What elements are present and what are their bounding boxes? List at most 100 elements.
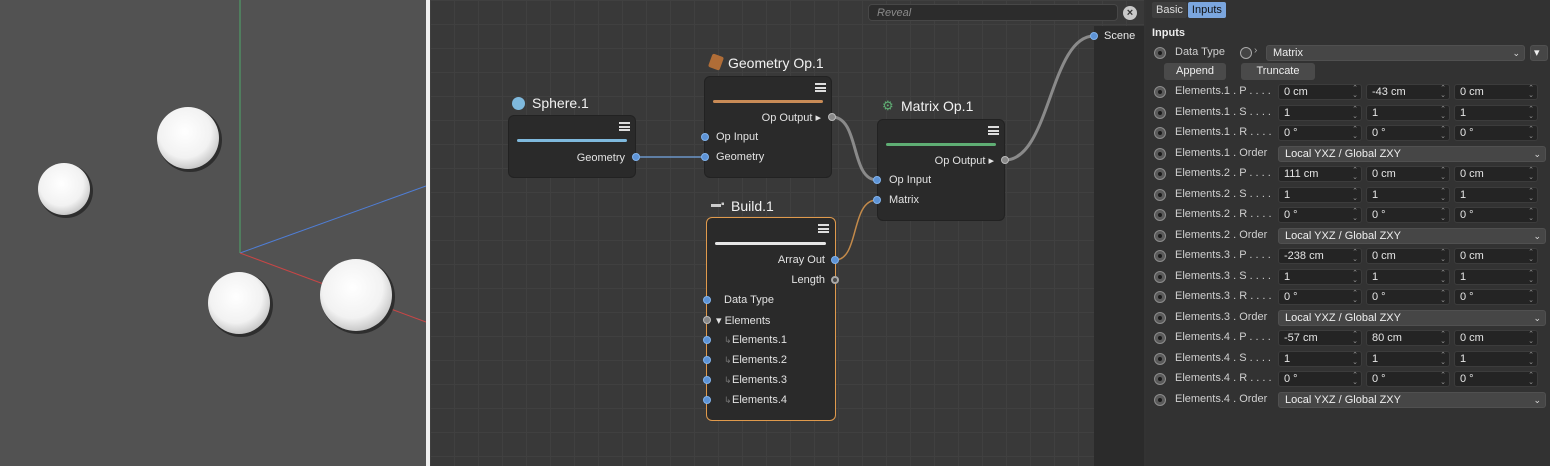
keyframe-radio-icon[interactable] — [1154, 250, 1166, 262]
port-elements[interactable] — [703, 316, 711, 324]
stepper-icon[interactable]: ⌃ ⌄ — [1440, 331, 1446, 345]
x-field[interactable]: 1 ⌃ ⌄ — [1278, 351, 1362, 367]
stepper-icon[interactable]: ⌃ ⌄ — [1440, 106, 1446, 120]
x-field[interactable]: 1 ⌃ ⌄ — [1278, 105, 1362, 121]
order-select[interactable]: Local YXZ / Global ZXY ⌄ — [1278, 392, 1546, 408]
keyframe-radio-icon[interactable] — [1154, 291, 1166, 303]
port-op-input[interactable] — [873, 176, 881, 184]
port-op-output[interactable] — [828, 113, 836, 121]
stepper-icon[interactable]: ⌃ ⌄ — [1440, 188, 1446, 202]
port-matrix-in[interactable] — [873, 196, 881, 204]
y-field[interactable]: 0 cm ⌃ ⌄ — [1366, 166, 1450, 182]
port-array-out[interactable] — [831, 256, 839, 264]
node-build[interactable]: Array Out Length Data Type ▾ Elements ↳ … — [706, 217, 836, 421]
y-field[interactable]: 0 ° ⌃ ⌄ — [1366, 289, 1450, 305]
keyframe-radio-icon[interactable] — [1154, 230, 1166, 242]
stepper-icon[interactable]: ⌃ ⌄ — [1440, 270, 1446, 284]
z-field[interactable]: 0 cm ⌃ ⌄ — [1454, 330, 1538, 346]
tab-inputs[interactable]: Inputs — [1187, 2, 1226, 18]
stepper-icon[interactable]: ⌃ ⌄ — [1352, 352, 1358, 366]
node-sphere[interactable]: Geometry — [508, 115, 636, 178]
stepper-icon[interactable]: ⌃ ⌄ — [1528, 126, 1534, 140]
y-field[interactable]: -43 cm ⌃ ⌄ — [1366, 84, 1450, 100]
stepper-icon[interactable]: ⌃ ⌄ — [1352, 85, 1358, 99]
stepper-icon[interactable]: ⌃ ⌄ — [1440, 167, 1446, 181]
stepper-icon[interactable]: ⌃ ⌄ — [1528, 85, 1534, 99]
port-op-input[interactable] — [701, 133, 709, 141]
port-length[interactable] — [831, 276, 839, 284]
stepper-icon[interactable]: ⌃ ⌄ — [1528, 331, 1534, 345]
node-menu-icon[interactable] — [619, 122, 630, 131]
stepper-icon[interactable]: ⌃ ⌄ — [1528, 249, 1534, 263]
keyframe-radio-icon[interactable] — [1154, 107, 1166, 119]
stepper-icon[interactable]: ⌃ ⌄ — [1440, 126, 1446, 140]
y-field[interactable]: 0 cm ⌃ ⌄ — [1366, 248, 1450, 264]
stepper-icon[interactable]: ⌃ ⌄ — [1528, 290, 1534, 304]
z-field[interactable]: 1 ⌃ ⌄ — [1454, 351, 1538, 367]
z-field[interactable]: 0 cm ⌃ ⌄ — [1454, 166, 1538, 182]
clear-search-icon[interactable]: × — [1123, 6, 1137, 20]
port-geometry-in[interactable] — [701, 153, 709, 161]
stepper-icon[interactable]: ⌃ ⌄ — [1352, 106, 1358, 120]
stepper-icon[interactable]: ⌃ ⌄ — [1352, 290, 1358, 304]
port-geometry-out[interactable] — [632, 153, 640, 161]
x-field[interactable]: 0 ° ⌃ ⌄ — [1278, 125, 1362, 141]
x-field[interactable]: 1 ⌃ ⌄ — [1278, 269, 1362, 285]
stepper-icon[interactable]: ⌃ ⌄ — [1440, 290, 1446, 304]
stepper-icon[interactable]: ⌃ ⌄ — [1528, 372, 1534, 386]
z-field[interactable]: 1 ⌃ ⌄ — [1454, 269, 1538, 285]
keyframe-radio-icon[interactable] — [1154, 209, 1166, 221]
x-field[interactable]: 0 ° ⌃ ⌄ — [1278, 371, 1362, 387]
stepper-icon[interactable]: ⌃ ⌄ — [1352, 372, 1358, 386]
port-elements-2[interactable] — [703, 356, 711, 364]
stepper-icon[interactable]: ⌃ ⌄ — [1528, 167, 1534, 181]
z-field[interactable]: 0 ° ⌃ ⌄ — [1454, 289, 1538, 305]
z-field[interactable]: 0 cm ⌃ ⌄ — [1454, 248, 1538, 264]
z-field[interactable]: 0 ° ⌃ ⌄ — [1454, 207, 1538, 223]
keyframe-radio-icon[interactable] — [1154, 168, 1166, 180]
keyframe-radio-icon[interactable] — [1154, 353, 1166, 365]
stepper-icon[interactable]: ⌃ ⌄ — [1528, 352, 1534, 366]
x-field[interactable]: -57 cm ⌃ ⌄ — [1278, 330, 1362, 346]
y-field[interactable]: 80 cm ⌃ ⌄ — [1366, 330, 1450, 346]
stepper-icon[interactable]: ⌃ ⌄ — [1440, 208, 1446, 222]
keyframe-radio-icon[interactable] — [1154, 127, 1166, 139]
stepper-icon[interactable]: ⌃ ⌄ — [1440, 85, 1446, 99]
x-field[interactable]: 0 cm ⌃ ⌄ — [1278, 84, 1362, 100]
stepper-icon[interactable]: ⌃ ⌄ — [1352, 270, 1358, 284]
port-elements-1[interactable] — [703, 336, 711, 344]
stepper-icon[interactable]: ⌃ ⌄ — [1352, 126, 1358, 140]
x-field[interactable]: 111 cm ⌃ ⌄ — [1278, 166, 1362, 182]
z-field[interactable]: 1 ⌃ ⌄ — [1454, 105, 1538, 121]
data-type-select[interactable]: Matrix ⌄ — [1266, 45, 1525, 61]
stepper-icon[interactable]: ⌃ ⌄ — [1440, 249, 1446, 263]
node-menu-icon[interactable] — [815, 83, 826, 92]
order-select[interactable]: Local YXZ / Global ZXY ⌄ — [1278, 310, 1546, 326]
stepper-icon[interactable]: ⌃ ⌄ — [1352, 331, 1358, 345]
z-field[interactable]: 1 ⌃ ⌄ — [1454, 187, 1538, 203]
node-matrix-op[interactable]: Op Output ▸ Op Input Matrix — [877, 119, 1005, 221]
port-elements-4[interactable] — [703, 396, 711, 404]
y-field[interactable]: 1 ⌃ ⌄ — [1366, 269, 1450, 285]
y-field[interactable]: 1 ⌃ ⌄ — [1366, 187, 1450, 203]
stepper-icon[interactable]: ⌃ ⌄ — [1352, 188, 1358, 202]
y-field[interactable]: 0 ° ⌃ ⌄ — [1366, 125, 1450, 141]
y-field[interactable]: 0 ° ⌃ ⌄ — [1366, 207, 1450, 223]
z-field[interactable]: 0 ° ⌃ ⌄ — [1454, 371, 1538, 387]
stepper-icon[interactable]: ⌃ ⌄ — [1352, 167, 1358, 181]
keyframe-radio-icon[interactable] — [1154, 394, 1166, 406]
node-menu-icon[interactable] — [988, 126, 999, 135]
x-field[interactable]: 1 ⌃ ⌄ — [1278, 187, 1362, 203]
port-data-type[interactable] — [703, 296, 711, 304]
x-field[interactable]: -238 cm ⌃ ⌄ — [1278, 248, 1362, 264]
node-geometry-op[interactable]: Op Output ▸ Op Input Geometry — [704, 76, 832, 178]
order-select[interactable]: Local YXZ / Global ZXY ⌄ — [1278, 146, 1546, 162]
keyframe-radio-icon[interactable] — [1154, 47, 1166, 59]
stepper-icon[interactable]: ⌃ ⌄ — [1528, 106, 1534, 120]
keyframe-radio-icon[interactable] — [1154, 373, 1166, 385]
x-field[interactable]: 0 ° ⌃ ⌄ — [1278, 207, 1362, 223]
stepper-icon[interactable]: ⌃ ⌄ — [1352, 249, 1358, 263]
stepper-icon[interactable]: ⌃ ⌄ — [1352, 208, 1358, 222]
keyframe-radio-icon[interactable] — [1154, 148, 1166, 160]
keyframe-radio-icon[interactable] — [1154, 312, 1166, 324]
